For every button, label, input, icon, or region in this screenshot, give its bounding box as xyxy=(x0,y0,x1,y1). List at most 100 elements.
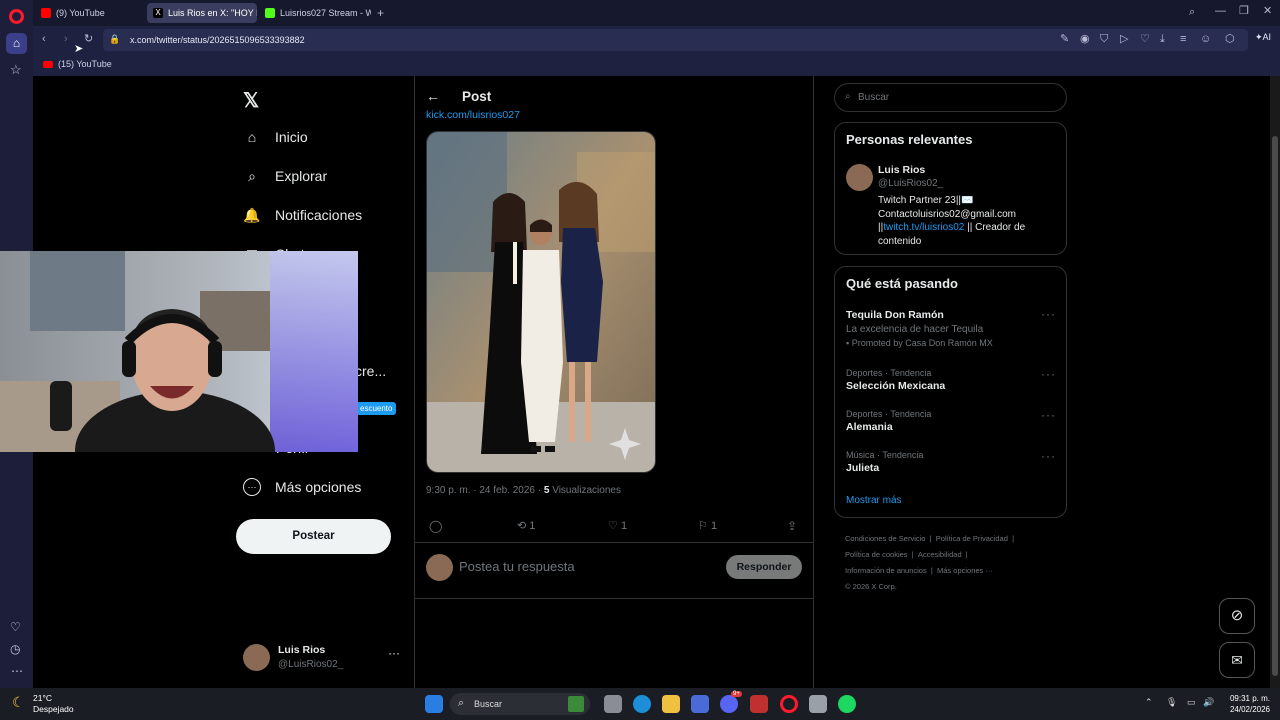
scrollbar[interactable] xyxy=(1270,76,1280,688)
youtube-icon xyxy=(41,8,51,18)
more-circle-icon: ⋯ xyxy=(243,478,261,496)
nav-explorar[interactable]: ⌕ Explorar xyxy=(243,167,327,185)
maximize-icon[interactable]: ❐ xyxy=(1239,6,1249,17)
discord-icon[interactable] xyxy=(720,695,738,713)
camera-icon[interactable]: ◉ xyxy=(1080,34,1090,45)
reply-icon[interactable]: ◯ xyxy=(429,519,442,533)
person-handle: @LuisRios02_ xyxy=(878,178,944,189)
trend-item[interactable]: Música · Tendencia Julieta xyxy=(846,450,923,474)
app-icon[interactable] xyxy=(809,695,827,713)
share-icon[interactable]: ⇪ xyxy=(787,519,797,533)
search-tabs-icon[interactable]: ⌕ xyxy=(1189,7,1195,18)
card-title: Qué está pasando xyxy=(846,276,958,291)
bookmark-youtube[interactable]: (15) YouTube xyxy=(43,59,112,69)
network-icon[interactable]: ▭ xyxy=(1187,697,1196,708)
back-icon[interactable]: ‹ xyxy=(42,34,46,45)
clock[interactable]: 09:31 p. m. 24/02/2026 xyxy=(1222,693,1270,715)
spotify-icon[interactable] xyxy=(838,695,856,713)
reload-icon[interactable]: ↻ xyxy=(84,34,93,45)
edit-icon[interactable]: ✎ xyxy=(1060,34,1069,45)
close-icon[interactable]: ✕ xyxy=(1263,6,1272,17)
app-icon[interactable] xyxy=(750,695,768,713)
weather-icon[interactable]: ☾ xyxy=(12,694,25,711)
forward-icon[interactable]: › xyxy=(64,34,68,45)
heart-outline-icon[interactable]: ♡ xyxy=(1140,34,1150,45)
trend-more-icon[interactable]: ··· xyxy=(1041,307,1056,321)
avatar[interactable] xyxy=(846,164,873,191)
chevron-up-icon[interactable]: ⌃ xyxy=(1145,697,1153,708)
post-image[interactable] xyxy=(426,131,656,473)
tab-kick[interactable]: Luisrios027 Stream - Watc xyxy=(259,3,371,23)
history-icon[interactable]: ◷ xyxy=(10,642,20,656)
repost-button[interactable]: ⟲ 1 xyxy=(517,519,535,532)
discount-badge: escuento xyxy=(356,402,397,415)
windows-start-icon[interactable] xyxy=(425,695,443,713)
footer-link[interactable]: Condiciones de Servicio xyxy=(845,534,925,543)
url-field[interactable]: 🔒 x.com/twitter/status/20265150965333938… xyxy=(103,29,1248,51)
trend-more-icon[interactable]: ··· xyxy=(1041,408,1056,422)
menu-icon[interactable]: ≡ xyxy=(1180,34,1186,45)
back-arrow-icon[interactable]: ← xyxy=(426,88,440,104)
trend-more-icon[interactable]: ··· xyxy=(1041,449,1056,463)
home-icon[interactable]: ⌂ xyxy=(6,33,27,54)
aria-ai-button[interactable]: ✦AI xyxy=(1255,32,1271,43)
new-tab-icon[interactable]: + xyxy=(377,7,384,19)
trend-item[interactable]: Tequila Don Ramón La excelencia de hacer… xyxy=(846,309,1057,348)
task-view-icon[interactable] xyxy=(604,695,622,713)
play-icon[interactable]: ▷ xyxy=(1120,34,1128,45)
notification-badge: 9+ xyxy=(731,691,742,697)
person-name[interactable]: Luis Rios xyxy=(878,164,925,176)
home-icon: ⌂ xyxy=(247,129,257,145)
repost-icon: ⟲ xyxy=(517,520,527,532)
bookmark-button[interactable]: ⚐ 1 xyxy=(698,519,717,532)
trend-more-icon[interactable]: ··· xyxy=(1041,367,1056,381)
footer-link[interactable]: Información de anuncios xyxy=(845,566,927,575)
tab-x-post[interactable]: X Luis Rios en X: "HOY ME V xyxy=(147,3,257,23)
search-input[interactable]: ⌕ Buscar xyxy=(834,83,1067,112)
nav-creators-partial[interactable]: cre... xyxy=(355,363,386,379)
main-column: ← Post kick.com/luisrios027 9:30 p. m. ·… xyxy=(414,76,814,688)
trend-item[interactable]: Deportes · Tendencia Selección Mexicana xyxy=(846,368,945,392)
heart-icon[interactable]: ♡ xyxy=(10,620,21,634)
download-icon[interactable]: ⤓ xyxy=(1160,34,1165,45)
reply-button[interactable]: Responder xyxy=(726,555,802,579)
shield-icon[interactable]: ⛉ xyxy=(1100,34,1108,45)
reply-input[interactable]: Postea tu respuesta xyxy=(459,559,575,574)
profile-icon[interactable]: ☺ xyxy=(1200,34,1211,45)
mic-icon[interactable]: 🎙 xyxy=(1166,697,1177,708)
grok-icon[interactable]: ⊘ xyxy=(1219,598,1255,634)
messages-icon[interactable]: ✉ xyxy=(1219,642,1255,678)
account-switcher[interactable]: Luis Rios @LuisRios02_ ··· xyxy=(243,642,403,678)
tab-youtube[interactable]: (9) YouTube xyxy=(35,3,143,23)
edge-icon[interactable] xyxy=(633,695,651,713)
weather-widget[interactable]: 21°C Despejado xyxy=(33,693,74,715)
show-more-link[interactable]: Mostrar más xyxy=(846,495,902,506)
scrollbar-thumb[interactable] xyxy=(1272,136,1278,676)
nav-mas-opciones[interactable]: ⋯ Más opciones xyxy=(243,478,361,496)
footer-link[interactable]: Accesibilidad xyxy=(918,550,962,559)
extensions-icon[interactable]: ⬡ xyxy=(1225,34,1235,45)
file-explorer-icon[interactable] xyxy=(662,695,680,713)
nav-inicio[interactable]: ⌂ Inicio xyxy=(243,128,308,146)
footer-link[interactable]: Más opciones ··· xyxy=(937,566,993,575)
footer-link[interactable]: Política de cookies xyxy=(845,550,908,559)
taskbar-search[interactable]: ⌕ Buscar xyxy=(450,693,590,715)
opera-taskbar-icon[interactable] xyxy=(780,695,798,713)
post-link[interactable]: kick.com/luisrios027 xyxy=(426,109,520,121)
x-logo-icon[interactable]: 𝕏 xyxy=(243,88,259,113)
more-icon[interactable]: ⋯ xyxy=(11,664,23,678)
star-icon[interactable]: ☆ xyxy=(10,62,22,78)
footer-link[interactable]: Política de Privacidad xyxy=(936,534,1008,543)
kick-icon xyxy=(265,8,275,18)
opera-logo-icon[interactable] xyxy=(9,9,24,24)
volume-icon[interactable]: 🔊 xyxy=(1203,697,1214,708)
twitch-link[interactable]: twitch.tv/luisrios02 xyxy=(883,222,964,233)
flag-icon xyxy=(568,696,584,712)
nav-notificaciones[interactable]: 🔔 Notificaciones xyxy=(243,206,362,224)
trend-item[interactable]: Deportes · Tendencia Alemania xyxy=(846,409,931,433)
like-button[interactable]: ♡ 1 xyxy=(608,519,627,532)
person-bio: Twitch Partner 23||✉️ Contactoluisrios02… xyxy=(878,195,1026,247)
minimize-icon[interactable]: — xyxy=(1215,6,1226,17)
post-button[interactable]: Postear xyxy=(236,519,391,554)
store-icon[interactable] xyxy=(691,695,709,713)
